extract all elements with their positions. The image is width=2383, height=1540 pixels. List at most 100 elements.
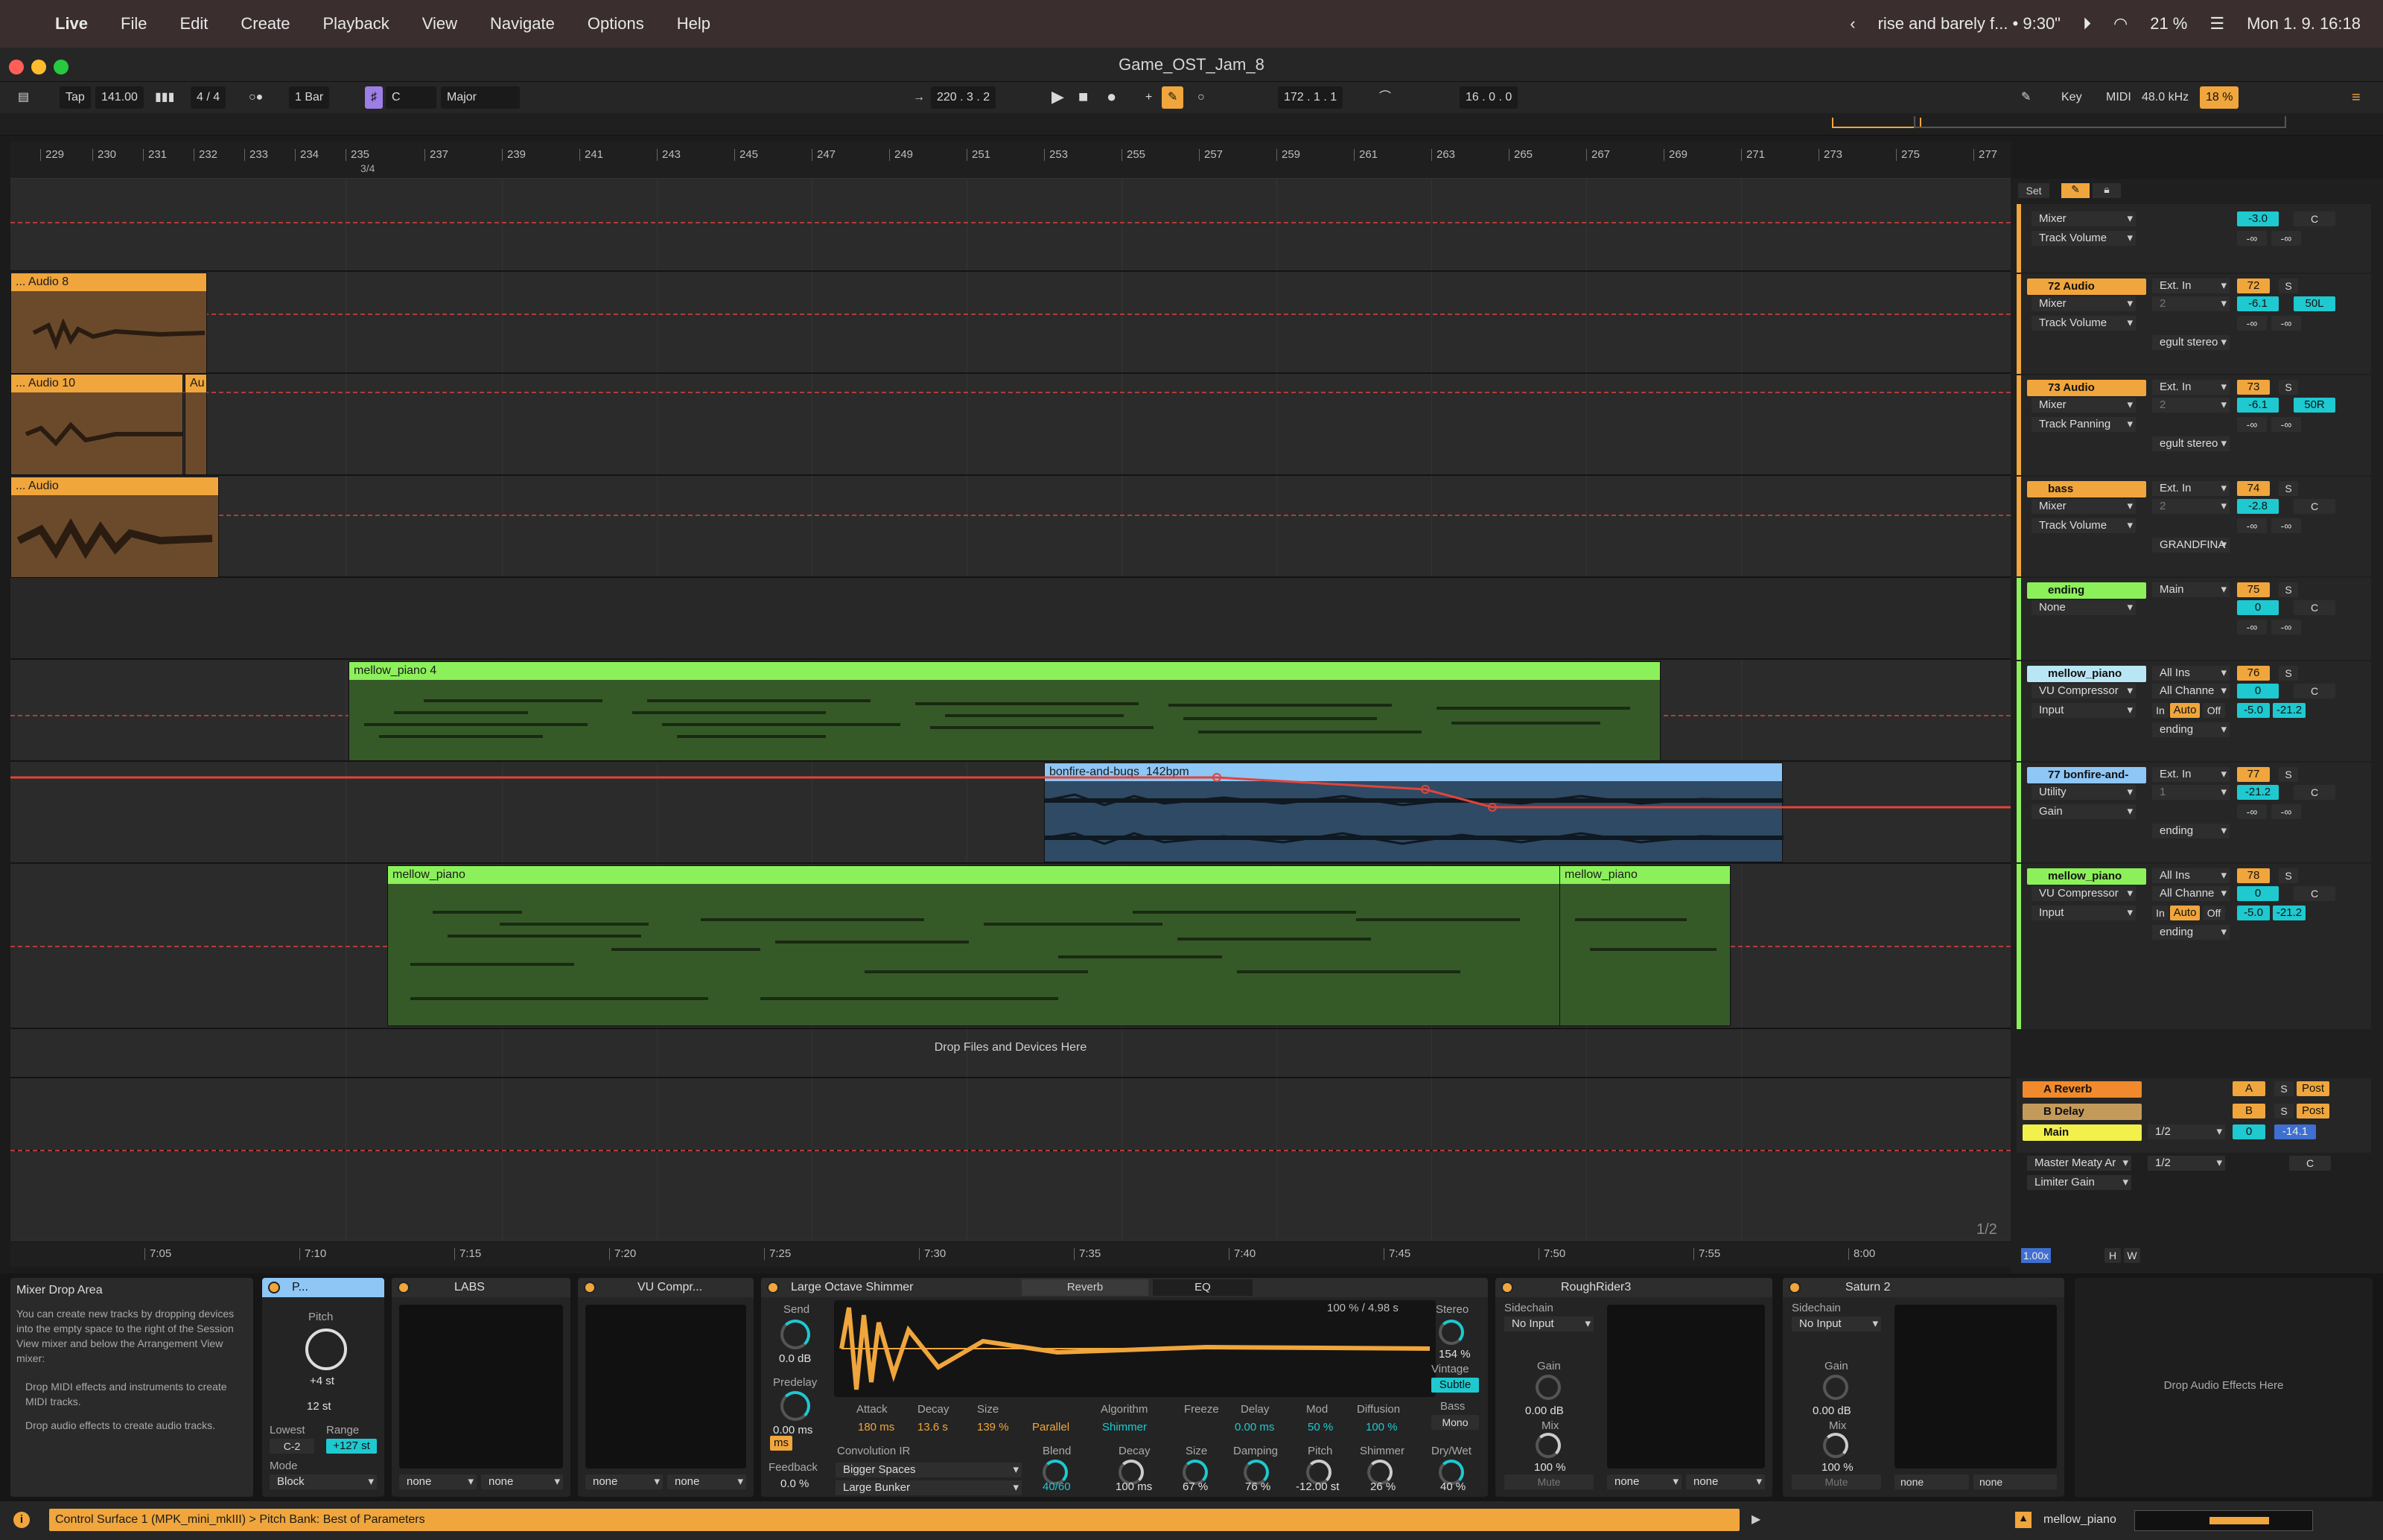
plugin-display[interactable] bbox=[399, 1305, 563, 1469]
pitch-device[interactable]: P... Pitch +4 st 12 st Lowest Range C-2 … bbox=[262, 1278, 384, 1497]
clock[interactable]: Mon 1. 9. 16:18 bbox=[2247, 14, 2361, 34]
parameter-chooser[interactable]: Track Volume bbox=[2032, 316, 2136, 331]
group-track-header[interactable]: ending None Main 75 S 0 C -∞ -∞ bbox=[2017, 578, 2371, 660]
main-pan[interactable]: C bbox=[2289, 1156, 2331, 1171]
automation-arm-icon[interactable]: ✎ bbox=[1162, 86, 1184, 109]
input-channel-dropdown[interactable]: 2 bbox=[2152, 398, 2230, 413]
output-dropdown[interactable]: egult stereo bbox=[2152, 335, 2230, 350]
pan-field[interactable]: 50R bbox=[2294, 398, 2335, 413]
mode-dropdown[interactable]: Block bbox=[270, 1474, 377, 1489]
menu-app-live[interactable]: Live bbox=[55, 14, 88, 34]
pan-field[interactable]: C bbox=[2294, 499, 2335, 514]
monitor-in-button[interactable]: In bbox=[2152, 703, 2169, 718]
solo-button[interactable]: S bbox=[2279, 481, 2298, 496]
arrangement-view[interactable]: ... Audio 8 ... Audio 10 Au ... Audio me… bbox=[10, 179, 2011, 1240]
follow-icon[interactable]: ○● bbox=[243, 86, 269, 109]
play-button[interactable]: ▶ bbox=[1046, 86, 1070, 109]
device-chooser[interactable]: Mixer bbox=[2032, 398, 2136, 413]
menu-options[interactable]: Options bbox=[588, 14, 644, 34]
solo-button[interactable]: S bbox=[2279, 279, 2298, 293]
device-power-icon[interactable] bbox=[398, 1282, 410, 1294]
solo-button[interactable]: S bbox=[2279, 767, 2298, 782]
input-channel-dropdown[interactable]: All Channe bbox=[2152, 684, 2230, 699]
time-signature-marker[interactable]: 3/4 bbox=[360, 162, 375, 174]
gain-knob[interactable] bbox=[1823, 1375, 1848, 1400]
track-lane[interactable] bbox=[10, 578, 2011, 660]
overview-viewport[interactable] bbox=[1832, 118, 1921, 128]
tab-eq[interactable]: EQ bbox=[1153, 1279, 1253, 1296]
device-chooser[interactable]: Mixer bbox=[2032, 296, 2136, 311]
mute-button[interactable]: Mute bbox=[1504, 1474, 1594, 1489]
macro-dropdown[interactable]: none bbox=[481, 1474, 563, 1489]
menu-view[interactable]: View bbox=[422, 14, 457, 34]
vu-compressor-device[interactable]: VU Compr... none none bbox=[578, 1278, 754, 1497]
gain-knob[interactable] bbox=[1536, 1375, 1561, 1400]
play-icon[interactable]: ▶ bbox=[1752, 1512, 1760, 1527]
parameter-chooser[interactable]: Gain bbox=[2032, 804, 2136, 819]
pan-field[interactable]: 50L bbox=[2294, 296, 2335, 311]
midi-clip[interactable]: mellow_piano bbox=[387, 865, 1561, 1026]
device-chooser[interactable]: Mixer bbox=[2032, 211, 2136, 226]
ms-toggle[interactable]: ms bbox=[770, 1436, 792, 1451]
output-dropdown[interactable]: GRANDFINA bbox=[2152, 538, 2230, 553]
macro-dropdown[interactable]: none bbox=[1686, 1474, 1765, 1489]
track-name[interactable]: mellow_piano bbox=[2027, 666, 2146, 682]
volume-field[interactable]: -6.1 bbox=[2237, 398, 2279, 413]
midi-map-button[interactable]: MIDI bbox=[2100, 86, 2137, 109]
parameter-chooser[interactable]: Input bbox=[2032, 906, 2136, 920]
output-dropdown[interactable]: egult stereo bbox=[2152, 436, 2230, 451]
audio-clip[interactable]: ... Audio 10 bbox=[10, 374, 183, 475]
post-button[interactable]: Post bbox=[2297, 1104, 2329, 1119]
output-dropdown[interactable]: ending bbox=[2152, 824, 2230, 839]
track-header[interactable]: 77 bonfire-and- Utility Gain Ext. In 1 e… bbox=[2017, 763, 2371, 862]
volume-field[interactable]: 0 bbox=[2237, 886, 2279, 901]
track-header[interactable]: Mixer Track Volume -3.0 C -∞ -∞ bbox=[2017, 204, 2371, 273]
cpu-meter[interactable]: 18 % bbox=[2200, 86, 2239, 109]
device-power-icon[interactable] bbox=[1789, 1282, 1801, 1294]
time-signature-field[interactable]: 4 / 4 bbox=[191, 86, 226, 109]
audio-clip[interactable]: ... Audio bbox=[10, 477, 219, 578]
main-volume[interactable]: 0 bbox=[2233, 1124, 2265, 1139]
solo-button[interactable]: S bbox=[2274, 1081, 2294, 1096]
range-field[interactable]: +127 st bbox=[326, 1439, 377, 1454]
volume-field[interactable]: 0 bbox=[2237, 600, 2279, 615]
draw-mode-icon[interactable]: ✎ bbox=[2015, 86, 2037, 109]
monitor-auto-button[interactable]: Auto bbox=[2170, 906, 2200, 920]
device-chooser[interactable]: VU Compressor bbox=[2032, 684, 2136, 699]
mix-knob[interactable] bbox=[1536, 1433, 1561, 1458]
set-button[interactable]: Set bbox=[2018, 183, 2049, 198]
key-map-button[interactable]: Key bbox=[2055, 86, 2088, 109]
return-b-name[interactable]: B Delay bbox=[2023, 1104, 2142, 1120]
input-channel-dropdown[interactable]: 2 bbox=[2152, 499, 2230, 514]
return-lanes[interactable] bbox=[10, 1077, 2011, 1151]
input-type-dropdown[interactable]: Ext. In bbox=[2152, 481, 2230, 496]
overview-window[interactable] bbox=[1914, 116, 2286, 128]
mix-knob[interactable] bbox=[1823, 1433, 1848, 1458]
sidechain-input-dropdown[interactable]: No Input bbox=[1792, 1317, 1881, 1331]
pan-field[interactable]: C bbox=[2294, 785, 2335, 800]
return-a-letter[interactable]: A bbox=[2233, 1081, 2265, 1096]
track-lane[interactable] bbox=[10, 179, 2011, 272]
ir-category-dropdown[interactable]: Bigger Spaces bbox=[836, 1463, 1022, 1477]
main-device-chooser[interactable]: Master Meaty Ar bbox=[2027, 1156, 2131, 1171]
solo-button[interactable]: S bbox=[2279, 380, 2298, 395]
quantize-dropdown[interactable]: 1 Bar bbox=[289, 86, 330, 109]
mini-overview[interactable] bbox=[2134, 1510, 2313, 1531]
punch-icon[interactable]: ⌒ bbox=[1373, 86, 1397, 109]
midi-clip[interactable]: mellow_piano bbox=[1559, 865, 1731, 1026]
parameter-chooser[interactable]: Track Volume bbox=[2032, 518, 2136, 533]
pan-field[interactable]: C bbox=[2294, 211, 2335, 226]
info-icon[interactable]: i bbox=[13, 1512, 30, 1528]
track-lane[interactable] bbox=[10, 272, 2011, 374]
arrangement-overview[interactable] bbox=[0, 113, 2383, 136]
record-button[interactable]: ● bbox=[1101, 86, 1122, 109]
volume-field[interactable]: -3.0 bbox=[2237, 211, 2279, 226]
macro-dropdown[interactable]: none bbox=[1607, 1474, 1682, 1489]
sidebar-toggle-icon[interactable]: ▤ bbox=[12, 86, 35, 109]
loop-length-field[interactable]: 16 . 0 . 0 bbox=[1460, 86, 1518, 109]
return-b-letter[interactable]: B bbox=[2233, 1104, 2265, 1119]
device-chooser[interactable]: Utility bbox=[2032, 785, 2136, 800]
volume-field[interactable]: 0 bbox=[2237, 684, 2279, 699]
stop-button[interactable]: ■ bbox=[1072, 86, 1094, 109]
monitor-off-button[interactable]: Off bbox=[2203, 703, 2225, 718]
